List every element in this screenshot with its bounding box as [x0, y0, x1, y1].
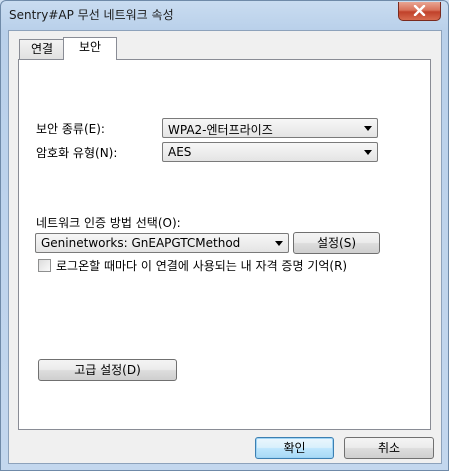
chevron-down-icon	[275, 241, 283, 246]
security-type-select[interactable]: WPA2-엔터프라이즈	[162, 118, 378, 138]
encryption-type-select[interactable]: AES	[162, 142, 378, 162]
advanced-settings-button[interactable]: 고급 설정(D)	[38, 359, 177, 381]
ok-button-label: 확인	[283, 441, 306, 455]
close-icon	[413, 5, 426, 16]
cancel-button-label: 취소	[377, 441, 401, 455]
remember-credentials-label[interactable]: 로그온할 때마다 이 연결에 사용되는 내 자격 증명 기억(R)	[56, 257, 347, 274]
auth-settings-button-label: 설정(S)	[316, 236, 357, 250]
tab-security[interactable]: 보안	[63, 37, 117, 60]
security-type-value: WPA2-엔터프라이즈	[168, 123, 273, 137]
auth-method-label: 네트워크 인증 방법 선택(O):	[36, 216, 181, 230]
dialog-client: 연결 보안 보안 종류(E): WPA2-엔터프라이즈 암호화 유형(N): A…	[8, 30, 442, 464]
close-button[interactable]	[398, 2, 441, 21]
auth-method-value: Geninetworks: GnEAPGTCMethod	[41, 236, 241, 250]
encryption-type-value: AES	[168, 145, 192, 159]
title-bar[interactable]: Sentry#AP 무선 네트워크 속성	[1, 1, 448, 29]
tab-connection-label: 연결	[30, 42, 54, 56]
chevron-down-icon	[364, 150, 372, 155]
tab-security-label: 보안	[78, 40, 102, 54]
ok-button[interactable]: 확인	[255, 437, 334, 459]
remember-credentials-checkbox[interactable]	[38, 259, 51, 272]
security-tab-panel: 보안 종류(E): WPA2-엔터프라이즈 암호화 유형(N): AES 네트워…	[18, 59, 431, 430]
cancel-button[interactable]: 취소	[344, 437, 434, 459]
dialog-window: Sentry#AP 무선 네트워크 속성 연결 보안 보안 종류(E): WPA…	[0, 0, 449, 471]
encryption-type-label: 암호화 유형(N):	[36, 146, 118, 160]
auth-method-select[interactable]: Geninetworks: GnEAPGTCMethod	[35, 233, 289, 253]
advanced-settings-button-label: 고급 설정(D)	[74, 363, 141, 377]
window-title: Sentry#AP 무선 네트워크 속성	[9, 8, 174, 22]
tab-connection[interactable]: 연결	[19, 39, 65, 59]
auth-settings-button[interactable]: 설정(S)	[293, 232, 380, 254]
security-type-label: 보안 종류(E):	[36, 122, 105, 136]
chevron-down-icon	[364, 126, 372, 131]
